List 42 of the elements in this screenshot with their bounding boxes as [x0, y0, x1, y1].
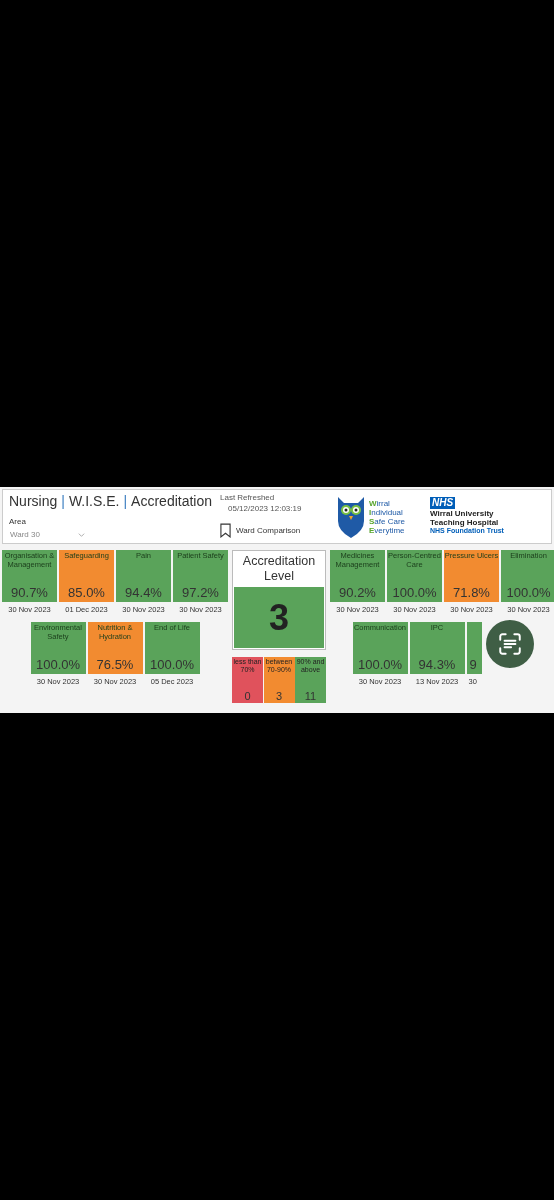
refreshed-time: 05/12/2023 12:03:19	[228, 504, 303, 513]
area-label: Area	[9, 517, 27, 526]
band-count: 3	[275, 690, 283, 702]
refreshed-label: Last Refreshed	[220, 493, 276, 502]
accreditation-level: 3	[234, 587, 324, 648]
title-separator: |	[123, 493, 128, 509]
tile-value: 94.3%	[418, 657, 456, 672]
lens-button[interactable]	[486, 620, 534, 668]
title-text: Accreditation	[131, 493, 213, 509]
bookmark-icon[interactable]	[220, 523, 231, 538]
logo-text: Wirral	[369, 498, 391, 508]
band-count: 11	[304, 690, 317, 702]
nhs-badge: NHS	[430, 497, 456, 509]
title-text: Nursing	[9, 493, 58, 509]
tile-value: 100.0%	[35, 657, 81, 672]
bookmark-button[interactable]: Ward Comparison	[236, 526, 301, 535]
owl-logo-icon	[336, 494, 366, 539]
chevron-down-icon	[78, 532, 85, 537]
accreditation-title: Accreditation Level	[241, 553, 317, 585]
tile-value: 100.0%	[357, 657, 403, 672]
tile-value: 76.5%	[96, 657, 134, 672]
tile-value: 100.0%	[149, 657, 195, 672]
tile-value: 97.2%	[182, 585, 219, 600]
title-separator: |	[61, 493, 65, 509]
tile-value: 100.0%	[506, 585, 551, 600]
tile-value: 94.4%	[125, 585, 162, 600]
tile-value: 71.8%	[453, 585, 490, 600]
logo-text: Individual	[369, 507, 404, 517]
tile-value: 85.0%	[68, 585, 105, 600]
trust-name: Wirral University	[430, 509, 495, 518]
scan-text-icon	[497, 631, 523, 657]
score-tile[interactable]: 9	[466, 622, 482, 674]
tile-value: 90.7%	[11, 585, 48, 600]
trust-name: Teaching Hospital	[430, 518, 500, 527]
tile-value: 100.0%	[392, 585, 437, 600]
title-text: W.I.S.E.	[68, 493, 120, 509]
band-count: 0	[244, 690, 251, 702]
tile-value: 9	[469, 657, 477, 672]
logo-text: Everytime	[369, 525, 406, 535]
logo-text: Safe Care	[369, 516, 406, 526]
tile-value: 90.2%	[339, 585, 376, 600]
area-dropdown[interactable]: Ward 30	[9, 529, 86, 540]
